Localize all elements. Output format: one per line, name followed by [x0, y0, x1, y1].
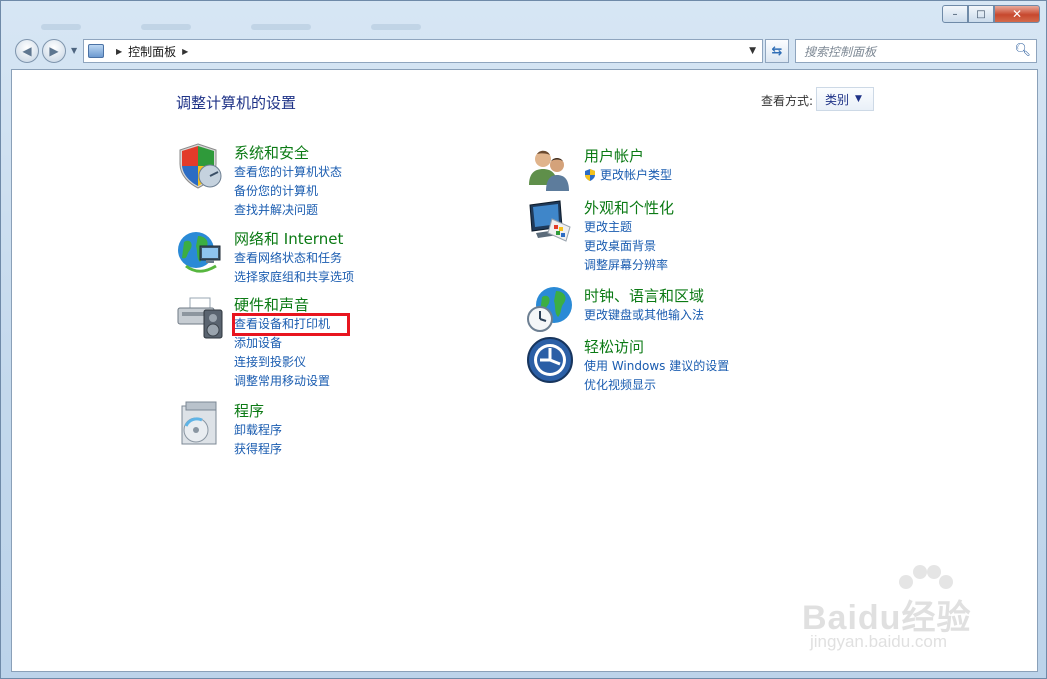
category-title[interactable]: 用户帐户	[584, 145, 644, 166]
category-title[interactable]: 外观和个性化	[584, 197, 674, 218]
highlight-annotation	[232, 313, 350, 336]
link-get-programs[interactable]: 获得程序	[234, 440, 282, 459]
control-panel-icon	[88, 44, 104, 58]
forward-button[interactable]: ▶	[42, 39, 66, 63]
programs-box-icon	[181, 401, 217, 445]
address-bar[interactable]: ▶ 控制面板 ▶ ▼	[83, 39, 763, 63]
printer-speaker-icon	[177, 297, 223, 339]
link-uninstall-program[interactable]: 卸载程序	[234, 421, 282, 440]
breadcrumb-control-panel[interactable]: 控制面板	[128, 43, 176, 60]
view-by-label: 查看方式:	[761, 94, 814, 108]
navigation-bar: ◀ ▶ ▼ ▶ 控制面板 ▶ ▼ ⇆ 搜索控制面板 🔍︎	[11, 37, 1038, 65]
baidu-watermark: Baidu经验 jingyan.baidu.com	[802, 560, 1022, 660]
link-connect-projector[interactable]: 连接到投影仪	[234, 353, 330, 372]
link-windows-recommended-settings[interactable]: 使用 Windows 建议的设置	[584, 357, 729, 376]
search-placeholder: 搜索控制面板	[804, 44, 877, 59]
main-content: 调整计算机的设置 查看方式: 类别 ▼ 系统和安全 查看您的计算机状态 备份您的…	[11, 69, 1038, 672]
uac-shield-icon	[585, 169, 595, 181]
close-button[interactable]: ✕	[994, 5, 1040, 23]
ease-of-access-icon	[527, 337, 573, 383]
window-controls: – □ ✕	[942, 5, 1040, 23]
back-button[interactable]: ◀	[15, 39, 39, 63]
category-title[interactable]: 时钟、语言和区域	[584, 285, 704, 306]
watermark-url: jingyan.baidu.com	[810, 632, 948, 651]
arrow-right-icon: ▶	[49, 44, 59, 58]
users-icon	[529, 150, 569, 191]
chevron-down-icon: ▼	[855, 94, 862, 104]
shield-icon	[179, 143, 222, 189]
page-title: 调整计算机的设置	[176, 94, 297, 112]
link-change-desktop-background[interactable]: 更改桌面背景	[584, 237, 668, 256]
chevron-right-icon[interactable]: ▶	[182, 47, 188, 56]
link-adjust-resolution[interactable]: 调整屏幕分辨率	[584, 256, 668, 275]
category-title[interactable]: 网络和 Internet	[234, 228, 343, 249]
maximize-button[interactable]: □	[968, 5, 994, 23]
globe-clock-icon	[527, 287, 572, 332]
category-title[interactable]: 硬件和声音	[234, 294, 309, 315]
view-by-value: 类别	[825, 92, 850, 107]
address-dropdown-icon[interactable]: ▼	[749, 46, 756, 56]
link-change-keyboard-input[interactable]: 更改键盘或其他输入法	[584, 306, 704, 325]
view-by-dropdown[interactable]: 类别 ▼	[816, 87, 874, 111]
arrow-left-icon: ◀	[22, 44, 32, 58]
refresh-icon: ⇆	[771, 43, 783, 59]
blurred-taskbar-tabs	[41, 15, 641, 31]
search-icon[interactable]: 🔍︎	[1014, 43, 1031, 58]
network-globe-icon	[178, 232, 221, 273]
minimize-button[interactable]: –	[942, 5, 968, 23]
link-view-computer-status[interactable]: 查看您的计算机状态	[234, 163, 342, 182]
recent-pages-dropdown[interactable]: ▼	[71, 46, 77, 55]
link-homegroup-sharing[interactable]: 选择家庭组和共享选项	[234, 268, 354, 287]
refresh-button[interactable]: ⇆	[765, 39, 789, 63]
monitor-palette-icon	[529, 200, 571, 242]
title-bar: – □ ✕	[1, 1, 1046, 35]
chevron-right-icon[interactable]: ▶	[116, 47, 122, 56]
category-title[interactable]: 系统和安全	[234, 142, 309, 163]
control-panel-window: – □ ✕ ◀ ▶ ▼ ▶ 控制面板 ▶ ▼ ⇆ 搜索控制面板 🔍︎ 调整计算机…	[0, 0, 1047, 679]
link-troubleshoot[interactable]: 查找并解决问题	[234, 201, 342, 220]
link-network-status[interactable]: 查看网络状态和任务	[234, 249, 354, 268]
link-change-theme[interactable]: 更改主题	[584, 218, 668, 237]
category-title[interactable]: 轻松访问	[584, 336, 644, 357]
link-add-device[interactable]: 添加设备	[234, 334, 330, 353]
search-input[interactable]: 搜索控制面板 🔍︎	[795, 39, 1037, 63]
link-text: 更改帐户类型	[600, 168, 673, 182]
link-change-account-type[interactable]: 更改帐户类型	[584, 166, 672, 185]
link-mobility-settings[interactable]: 调整常用移动设置	[234, 372, 330, 391]
category-title[interactable]: 程序	[234, 400, 264, 421]
link-optimize-video-display[interactable]: 优化视频显示	[584, 376, 729, 395]
link-backup-computer[interactable]: 备份您的计算机	[234, 182, 342, 201]
